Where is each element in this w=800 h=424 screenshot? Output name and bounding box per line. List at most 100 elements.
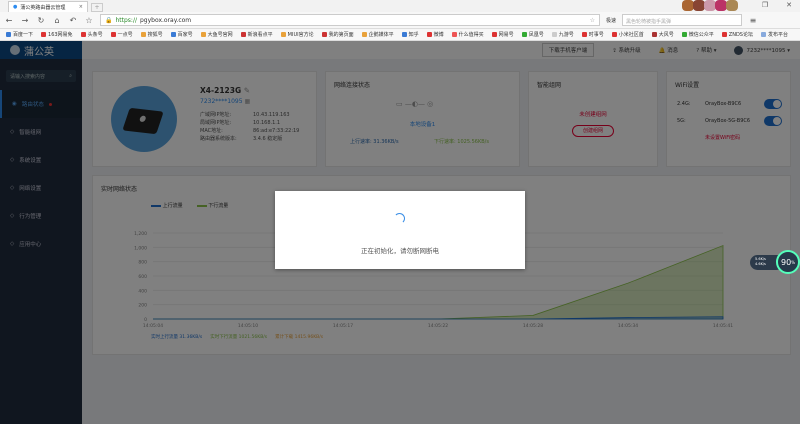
browser-search-input[interactable]: 黑色轮椅被指手黑弹 [622,14,743,26]
lock-icon: 🔒 [105,16,113,24]
download-client-button[interactable]: 下载手机客户端 [541,43,595,57]
sidebar-item-system[interactable]: ◇ 系统设置 [0,146,82,174]
top-bar: 下载手机客户端 ⇪ 系统升级 🔔 消息 ? 帮助 ▾ 7232****1095 … [82,41,800,59]
bookmark-item[interactable]: 知乎 [402,31,419,38]
bookmark-item[interactable]: 时事号 [582,31,604,38]
device-card: X4-2123G ✎ 7232****1095 ▦ 广域网IP地址: 10.43.… [92,71,317,167]
gear-icon: ◇ [10,157,15,163]
back-icon[interactable]: ← [4,16,14,25]
bookmark-item[interactable]: 大风号 [652,31,674,38]
initializing-dialog: 正在初始化，请勿断网断电 [275,191,525,269]
help-button[interactable]: ? 帮助 ▾ [696,46,716,54]
qr-icon[interactable]: ▦ [244,98,250,105]
bookmark-item[interactable]: 我的第页面 [322,31,354,38]
wifi-card: WiFi设置 2.4G: OrayBox-B9C6 5G: OrayBox-5G-B… [666,71,791,167]
series-area-upload [153,316,724,320]
y-tick-label: 600 [138,274,147,280]
x-tick-label: 14:05:22 [428,323,448,329]
y-tick-label: 200 [138,303,147,309]
sidebar-item-behavior[interactable]: ◇ 行为管理 [0,202,82,230]
bookmark-item[interactable]: 百家号 [171,31,193,38]
skin-decoration [682,0,738,11]
bookmark-item[interactable]: 企鹅媒体平 [362,31,394,38]
y-tick-label: 400 [138,288,147,294]
footer-total: 累计下载 1415.96KB/s [275,335,324,340]
bookmark-item[interactable]: 凤凰号 [522,31,544,38]
sidebar: 蒲公英 请输入搜索内容 ⌕ ◉ 路由状态 ◇ 智能组网 ◇ 系统设置 ◇ 网络设置 ◇ 行为… [0,41,82,424]
logo: 蒲公英 [0,41,82,59]
wifi-24g-toggle[interactable] [764,99,782,109]
footer-upload: 实时上行流量 31.36KB/s [151,335,203,340]
x-tick-label: 14:05:04 [143,323,163,329]
router-image [111,86,177,152]
network-status-card: 网络连接状态 ▭ —◐— ◎ 本地设备1 上行速率: 31.36KB/s 下行速… [325,71,520,167]
local-devices-link[interactable]: 本地设备1 [326,120,519,128]
upload-rate: 上行速率: 31.36KB/s [350,139,399,145]
edit-icon[interactable]: ✎ [244,86,250,95]
bookmark-item[interactable]: 大鱼号官网 [201,31,233,38]
upgrade-button[interactable]: ⇪ 系统升级 [612,46,640,54]
search-icon[interactable]: ⌕ [69,73,72,79]
shield-icon: ◇ [10,213,15,219]
bookmark-item[interactable]: MIUI官方论 [281,31,314,38]
globe-icon: ◇ [10,185,15,191]
sidebar-item-networking[interactable]: ◇ 智能组网 [0,118,82,146]
reload-icon[interactable]: ↻ [36,16,46,25]
favicon-icon: ● [13,4,18,10]
close-tab-icon[interactable]: × [79,4,83,10]
network-icon: ◇ [10,129,15,135]
sidebar-item-apps[interactable]: ◇ 应用中心 [0,230,82,258]
loading-spinner-icon [394,213,405,224]
speed-mode[interactable]: 极速 [606,17,616,24]
status-icon: ◉ [12,101,17,107]
new-tab-button[interactable]: + [91,3,103,12]
forward-icon[interactable]: → [20,16,30,25]
bookmark-item[interactable]: 搜狐号 [141,31,163,38]
tab-bar: ● 蒲公英路由器云管理 × + ❐ ✕ [0,0,800,12]
address-bar[interactable]: 🔒 https://pgybox.oray.com ☆ [100,14,600,26]
x-tick-label: 14:05:41 [713,323,733,329]
apps-icon: ◇ [10,241,15,247]
y-tick-label: 0 [144,317,147,323]
topology-icon: ▭ —◐— ◎ [396,100,434,108]
download-rate: 下行速率: 1025.56KB/s [434,139,489,145]
bookmark-item[interactable]: 什么值得买 [452,31,484,38]
bookmark-item[interactable]: 九游号 [552,31,574,38]
x-tick-label: 14:05:28 [523,323,543,329]
logo-icon [10,45,20,55]
bookmark-item[interactable]: 百度一下 [6,31,33,38]
sidebar-item-status[interactable]: ◉ 路由状态 [0,90,82,118]
undo-icon[interactable]: ↶ [68,16,78,25]
sidebar-item-network-settings[interactable]: ◇ 网络设置 [0,174,82,202]
bookmark-star-icon[interactable]: ☆ [590,17,595,24]
wifi-password-warning[interactable]: 未设置WiFi密码 [705,134,740,141]
y-tick-label: 1,200 [134,231,147,237]
speed-gauge-widget[interactable]: 5.6K/s 4.6K/s 90% [750,250,800,276]
bookmark-item[interactable]: 新浪看点平 [241,31,273,38]
bookmark-item[interactable]: 微信公众平 [682,31,714,38]
nav-bar: ← → ↻ ⌂ ↶ ☆ 🔒 https://pgybox.oray.com ☆ 极速 黑色轮椅… [0,12,800,29]
bookmark-item[interactable]: 163网易免 [41,31,73,38]
x-tick-label: 14:05:34 [618,323,638,329]
create-network-button[interactable]: 创建组网 [571,125,614,137]
star-icon[interactable]: ☆ [84,16,94,25]
bookmark-item[interactable]: 微博 [427,31,444,38]
bookmark-item[interactable]: 网易号 [492,31,514,38]
y-tick-label: 800 [138,260,147,266]
bookmark-item[interactable]: 小米社区首 [612,31,644,38]
browser-tab[interactable]: ● 蒲公英路由器云管理 × [8,1,88,12]
home-icon[interactable]: ⌂ [52,16,62,25]
bookmark-item[interactable]: 一点号 [111,31,133,38]
x-tick-label: 14:05:17 [333,323,353,329]
messages-button[interactable]: 🔔 消息 [659,46,679,54]
bookmark-item[interactable]: ZNDS论坛 [722,31,753,38]
wifi-5g-toggle[interactable] [764,116,782,126]
x-tick-label: 14:05:10 [238,323,258,329]
close-window-icon[interactable]: ✕ [786,1,792,9]
bookmark-item[interactable]: 头条号 [81,31,103,38]
user-menu[interactable]: 7232****1095 ▾ [734,45,790,55]
restore-icon[interactable]: ❐ [762,1,768,9]
bookmark-item[interactable]: 发布平台 [761,31,788,38]
menu-icon[interactable]: ≡ [748,16,758,25]
sidebar-search-input[interactable]: 请输入搜索内容 ⌕ [6,70,76,82]
